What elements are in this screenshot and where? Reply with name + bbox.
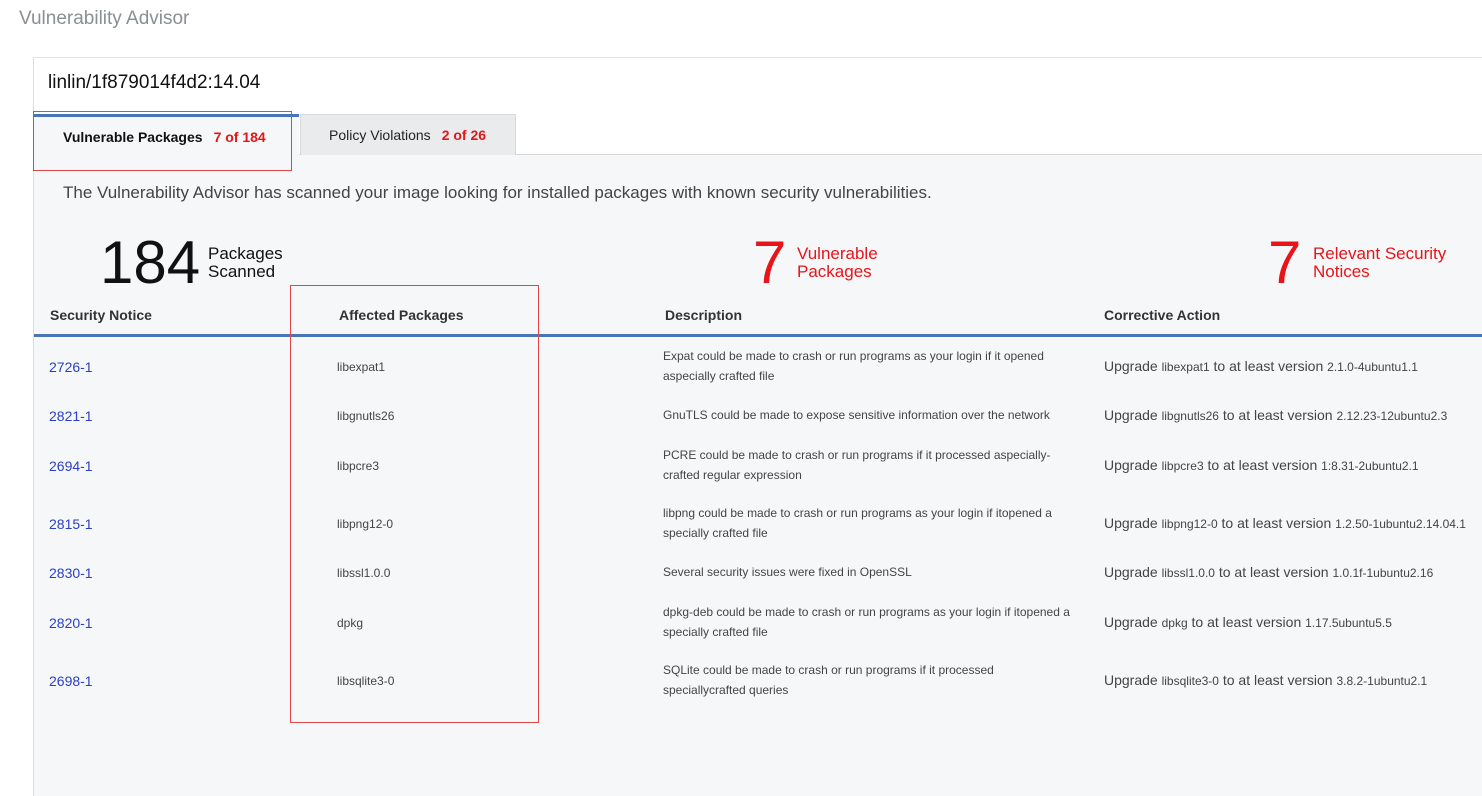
affected-package: libpcre3 <box>337 459 380 473</box>
action-version: 1.17.5ubuntu5.5 <box>1305 616 1392 630</box>
description-line: PCRE could be made to crash or run progr… <box>663 448 1051 462</box>
tab-count: 2 of 26 <box>441 127 487 143</box>
action-prefix: Upgrade <box>1104 515 1158 531</box>
corrective-action: Upgrade libgnutls26 to at least version … <box>1104 407 1447 423</box>
action-version: 1:8.31-2ubuntu2.1 <box>1321 459 1419 473</box>
corrective-action: Upgrade libpng12-0 to at least version 1… <box>1104 515 1466 531</box>
action-package: libgnutls26 <box>1161 409 1219 423</box>
description-line: specially crafted file <box>663 625 768 639</box>
action-middle: to at least version <box>1222 407 1333 423</box>
affected-package: libexpat1 <box>337 360 386 374</box>
action-package: libpng12-0 <box>1161 517 1218 531</box>
column-header-affected-packages[interactable]: Affected Packages <box>339 307 464 323</box>
tab-label: Policy Violations <box>329 127 431 143</box>
affected-package: dpkg <box>337 616 364 630</box>
description-line: aspecially crafted file <box>663 369 775 383</box>
description-line: crafted regular expression <box>663 468 802 482</box>
action-prefix: Upgrade <box>1104 457 1158 473</box>
action-version: 1.2.50-1ubuntu2.14.04.1 <box>1335 517 1466 531</box>
tab-label: Vulnerable Packages <box>63 128 203 145</box>
stat-label-line: Vulnerable <box>797 244 878 263</box>
security-notices-count: 7 <box>1268 229 1302 296</box>
affected-package: libgnutls26 <box>337 409 395 423</box>
description-line: Expat could be made to crash or run prog… <box>663 349 1044 363</box>
security-notice-link[interactable]: 2830-1 <box>49 565 93 581</box>
intro-text: The Vulnerability Advisor has scanned yo… <box>63 183 932 202</box>
action-prefix: Upgrade <box>1104 564 1158 580</box>
security-notice-link[interactable]: 2694-1 <box>49 458 93 474</box>
description: GnuTLS could be made to expose sensitive… <box>663 405 1088 425</box>
action-package: libssl1.0.0 <box>1161 566 1215 580</box>
action-middle: to at least version <box>1191 614 1302 630</box>
vulnerable-packages-label: Vulnerable Packages <box>797 245 878 281</box>
security-notice-link[interactable]: 2726-1 <box>49 359 93 375</box>
description: Expat could be made to crash or run prog… <box>663 346 1088 386</box>
affected-package: libsqlite3-0 <box>337 674 395 688</box>
packages-scanned-label: Packages Scanned <box>208 245 283 281</box>
description-line: specially crafted file <box>663 526 768 540</box>
description-line: libpng could be made to crash or run pro… <box>663 506 1052 520</box>
corrective-action: Upgrade libsqlite3-0 to at least version… <box>1104 672 1427 688</box>
column-header-security-notice[interactable]: Security Notice <box>50 307 152 323</box>
security-notices-label: Relevant Security Notices <box>1313 245 1446 281</box>
stat-label-line: Relevant Security <box>1313 244 1447 263</box>
description-line: SQLite could be made to crash or run pro… <box>663 663 994 677</box>
action-package: libsqlite3-0 <box>1161 674 1219 688</box>
action-middle: to at least version <box>1207 457 1318 473</box>
affected-package: libssl1.0.0 <box>337 566 391 580</box>
action-version: 2.1.0-4ubuntu1.1 <box>1327 360 1418 374</box>
stat-label-line: Packages <box>797 262 872 281</box>
action-prefix: Upgrade <box>1104 358 1158 374</box>
corrective-action: Upgrade libpcre3 to at least version 1:8… <box>1104 457 1419 473</box>
corrective-action: Upgrade dpkg to at least version 1.17.5u… <box>1104 614 1392 630</box>
stat-label-line: Notices <box>1313 262 1370 281</box>
action-prefix: Upgrade <box>1104 407 1158 423</box>
description: dpkg-deb could be made to crash or run p… <box>663 602 1088 642</box>
action-package: dpkg <box>1161 616 1188 630</box>
action-version: 3.8.2-1ubuntu2.1 <box>1336 674 1428 688</box>
description-line: GnuTLS could be made to expose sensitive… <box>663 408 1050 422</box>
security-notice-link[interactable]: 2698-1 <box>49 673 93 689</box>
app-title: Vulnerability Advisor <box>19 8 190 29</box>
action-package: libexpat1 <box>1161 360 1210 374</box>
description: Several security issues were fixed in Op… <box>663 562 1088 582</box>
corrective-action: Upgrade libssl1.0.0 to at least version … <box>1104 564 1433 580</box>
action-middle: to at least version <box>1218 564 1329 580</box>
action-package: libpcre3 <box>1161 459 1204 473</box>
description: SQLite could be made to crash or run pro… <box>663 660 1088 700</box>
corrective-action: Upgrade libexpat1 to at least version 2.… <box>1104 358 1418 374</box>
action-middle: to at least version <box>1222 672 1333 688</box>
security-notice-link[interactable]: 2821-1 <box>49 408 93 424</box>
security-notice-link[interactable]: 2815-1 <box>49 516 93 532</box>
security-notice-link[interactable]: 2820-1 <box>49 615 93 631</box>
action-middle: to at least version <box>1221 515 1332 531</box>
column-header-corrective-action[interactable]: Corrective Action <box>1104 307 1220 323</box>
header-divider <box>34 334 1482 337</box>
description-line: dpkg-deb could be made to crash or run p… <box>663 605 1070 619</box>
description-line: Several security issues were fixed in Op… <box>663 565 912 579</box>
packages-scanned-count: 184 <box>100 229 201 296</box>
vulnerable-packages-count: 7 <box>753 229 787 296</box>
image-name: linlin/1f879014f4d2:14.04 <box>48 72 261 93</box>
affected-package: libpng12-0 <box>337 517 394 531</box>
column-header-description[interactable]: Description <box>665 307 742 323</box>
action-prefix: Upgrade <box>1104 672 1158 688</box>
stat-label-line: Packages <box>208 244 283 263</box>
action-version: 1.0.1f-1ubuntu2.16 <box>1332 566 1434 580</box>
description: libpng could be made to crash or run pro… <box>663 503 1088 543</box>
description-line: speciallycrafted queries <box>663 683 789 697</box>
tab-count: 7 of 184 <box>213 128 266 145</box>
tab-policy-violations[interactable]: Policy Violations 2 of 26 <box>300 114 516 155</box>
action-middle: to at least version <box>1213 358 1324 374</box>
action-prefix: Upgrade <box>1104 614 1158 630</box>
tab-vulnerable-packages[interactable]: Vulnerable Packages 7 of 184 <box>34 114 299 156</box>
description: PCRE could be made to crash or run progr… <box>663 445 1088 485</box>
stat-label-line: Scanned <box>208 262 276 281</box>
action-version: 2.12.23-12ubuntu2.3 <box>1336 409 1448 423</box>
